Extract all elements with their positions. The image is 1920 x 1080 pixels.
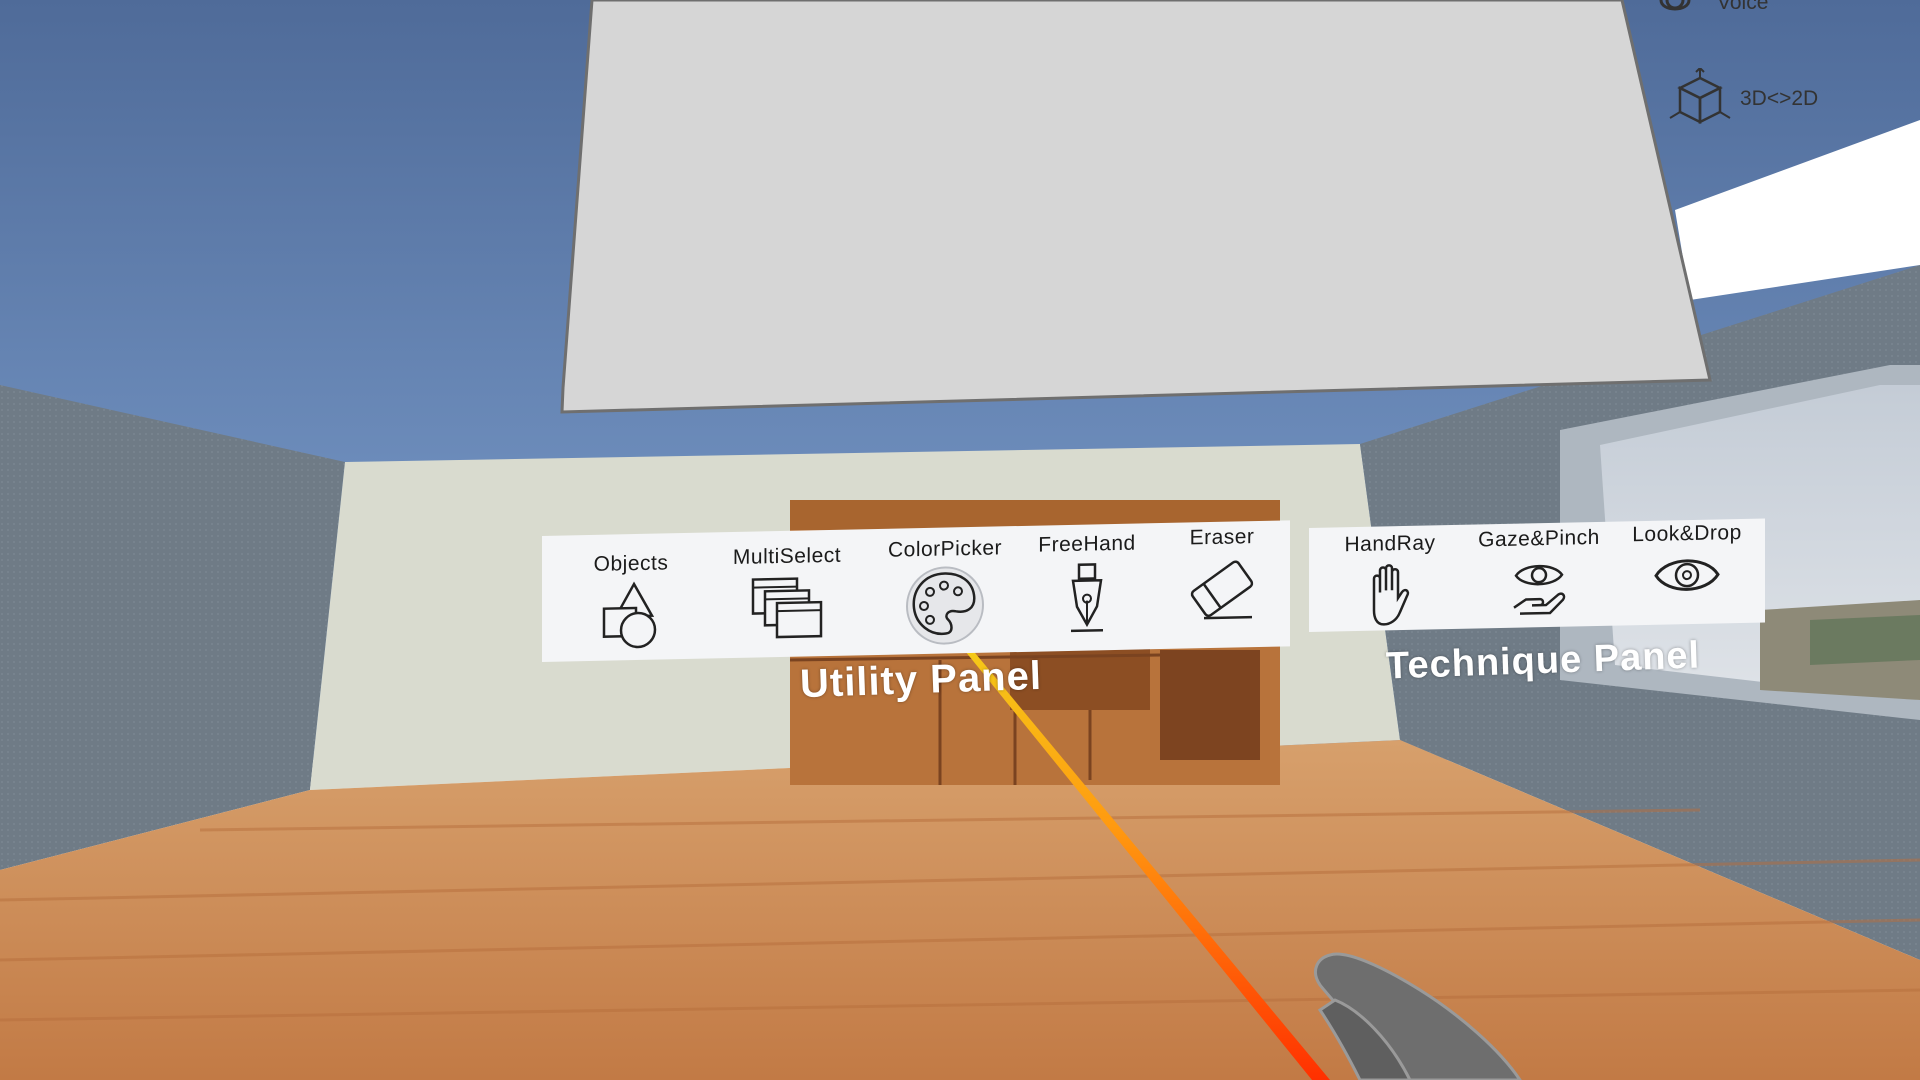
tool-look-drop-label: Look&Drop (1632, 520, 1742, 547)
tool-eraser[interactable]: Eraser (1157, 524, 1287, 625)
tool-multiselect[interactable]: MultiSelect (712, 543, 862, 644)
projection-screen (560, 0, 1712, 414)
side-menu-voice-label: Voice (1717, 0, 1769, 14)
shapes-icon (602, 581, 657, 649)
microphone-icon (1659, 0, 1691, 11)
tool-gaze-pinch-label: Gaze&Pinch (1478, 525, 1600, 552)
side-menu-3d-2d-label: 3D<>2D (1740, 87, 1819, 110)
tool-multiselect-label: MultiSelect (732, 543, 842, 570)
utility-panel: Objects MultiSelect ColorPicker FreeHand… (542, 520, 1290, 662)
tool-colorpicker-label: ColorPicker (887, 536, 1003, 562)
eraser-icon (1190, 560, 1254, 620)
tool-objects-label: Objects (593, 551, 669, 576)
tool-freehand[interactable]: FreeHand (1022, 531, 1152, 636)
tool-look-drop[interactable]: Look&Drop (1617, 521, 1757, 602)
stacked-windows-icon (751, 577, 823, 639)
eye-icon (1654, 559, 1720, 591)
tool-freehand-label: FreeHand (1038, 531, 1136, 557)
tool-eraser-label: Eraser (1189, 525, 1255, 550)
palette-icon (906, 566, 984, 645)
tool-gaze-pinch[interactable]: Gaze&Pinch (1469, 526, 1609, 621)
pen-nib-icon (1071, 563, 1103, 633)
utility-panel-title: Utility Panel (799, 653, 1043, 707)
hand-icon (1372, 564, 1410, 626)
tool-handray[interactable]: HandRay (1325, 531, 1455, 630)
technique-panel: HandRay Gaze&Pinch Look&Drop (1309, 518, 1765, 632)
side-menu-voice[interactable]: Voice (1655, 0, 1768, 20)
eye-hand-icon (1513, 564, 1566, 615)
tool-handray-label: HandRay (1344, 531, 1436, 557)
cube-icon (1669, 68, 1731, 125)
tool-colorpicker[interactable]: ColorPicker (870, 536, 1020, 647)
tool-objects[interactable]: Objects (566, 551, 696, 652)
side-menu-3d-2d[interactable]: 3D<>2D (1668, 68, 1818, 130)
